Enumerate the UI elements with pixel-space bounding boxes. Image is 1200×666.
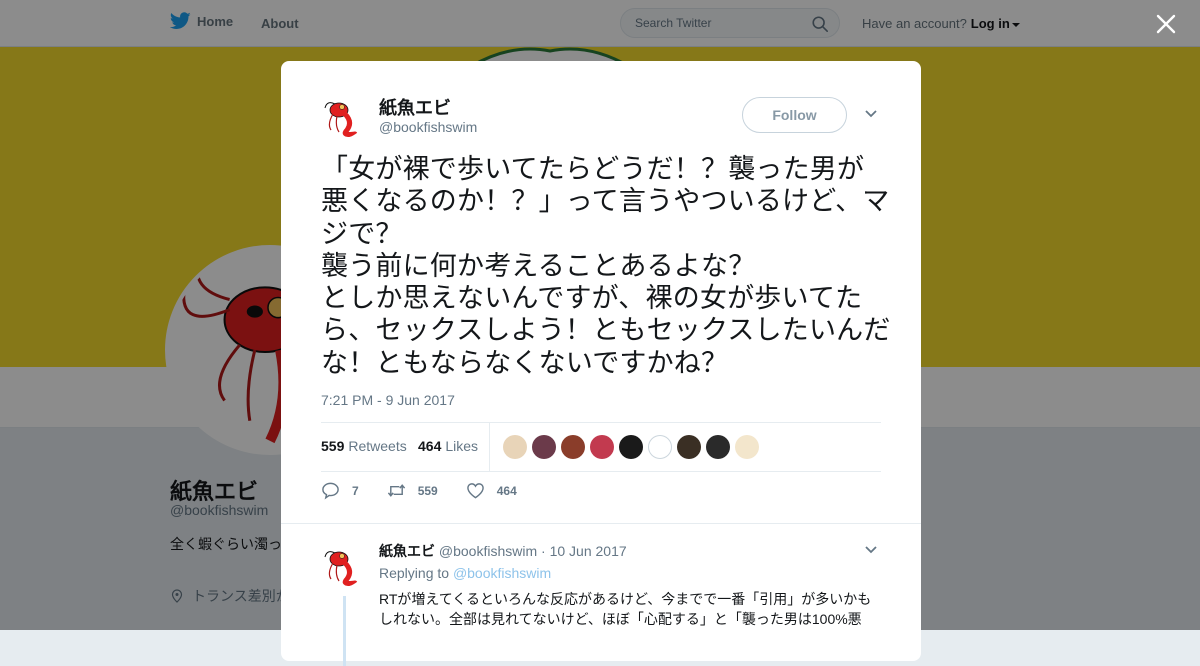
replying-to-line: Replying to @bookfishswim [379,565,551,581]
reply-icon [322,482,339,500]
tweet-actions: 7 559 464 [321,481,545,500]
retweet-count: 559 [321,438,345,454]
tweet-author-handle[interactable]: @bookfishswim [379,119,477,135]
tweet-author-name[interactable]: 紙魚エビ [379,94,451,120]
liker-avatar[interactable] [619,435,643,459]
retweet-stat[interactable]: 559 Retweets [321,438,407,454]
liker-avatar[interactable] [648,435,672,459]
liker-avatar[interactable] [735,435,759,459]
reply-author-handle[interactable]: @bookfishswim [439,543,537,559]
reply-text: RTが増えてくるといろんな反応があるけど、今までで一番「引用」が多いかもしれない… [379,591,872,627]
close-icon[interactable] [1154,12,1178,36]
chevron-down-icon[interactable] [864,545,878,555]
liker-avatar[interactable] [532,435,556,459]
retweets-label: Retweets [348,438,407,454]
liker-avatar[interactable] [561,435,585,459]
chevron-down-icon[interactable] [864,109,878,119]
like-count: 464 [418,438,442,454]
tweet-timestamp[interactable]: 7:21 PM - 9 Jun 2017 [321,392,455,408]
reply-author-name[interactable]: 紙魚エビ [379,543,435,559]
likes-label: Likes [445,438,479,454]
tweet-stats: 559 Retweets 464 Likes [321,422,881,472]
retweet-action-count: 559 [417,483,438,498]
reply-date[interactable]: 10 Jun 2017 [550,543,627,559]
like-button[interactable]: 464 [466,481,517,500]
tweet-text: 「女が裸で歩いてたらどうだ！？襲った男が悪くなるのか！？」って言うやついるけど、… [321,154,891,378]
liker-avatar[interactable] [677,435,701,459]
reply-section-divider [281,523,921,524]
retweet-icon [387,484,405,497]
liker-avatar[interactable] [590,435,614,459]
reply-header: 紙魚エビ @bookfishswim · 10 Jun 2017 [379,541,627,561]
like-stat[interactable]: 464 Likes [418,438,478,454]
tweet-author-avatar[interactable] [321,94,365,138]
follow-button[interactable]: Follow [742,97,847,133]
reply-button[interactable]: 7 [321,481,359,500]
like-action-count: 464 [496,483,517,498]
retweet-button[interactable]: 559 [387,481,438,500]
replying-to-label: Replying to [379,565,450,581]
heart-icon [466,483,484,499]
reply-separator: · [541,543,546,559]
liker-avatar[interactable] [503,435,527,459]
replying-to-link[interactable]: @bookfishswim [453,565,551,581]
liker-avatar[interactable] [706,435,730,459]
reply-author-avatar[interactable] [321,543,365,587]
tweet-modal: 紙魚エビ @bookfishswim Follow 「女が裸で歩いてたらどうだ！… [281,61,921,666]
liker-avatars [503,435,759,459]
reply-count: 7 [352,483,359,498]
stats-divider [489,423,490,471]
thread-line [343,596,346,666]
